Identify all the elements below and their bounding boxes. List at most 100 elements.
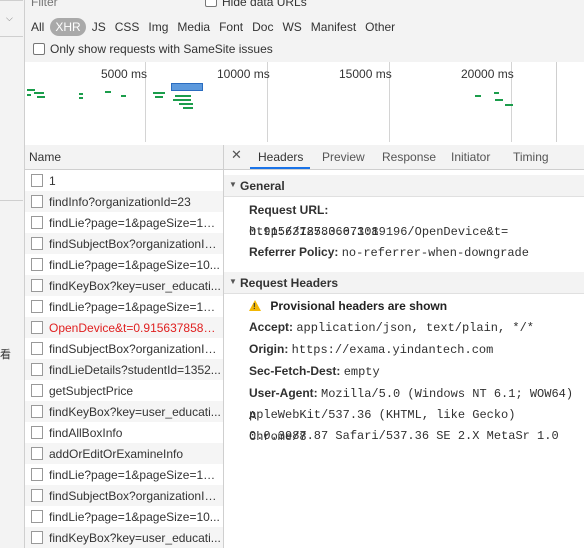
document-icon (31, 258, 43, 271)
filter-type-css[interactable]: CSS (115, 20, 140, 34)
document-icon (31, 405, 43, 418)
filter-type-font[interactable]: Font (219, 20, 243, 34)
chevron-down-icon[interactable]: ⌵ (6, 13, 13, 24)
request-name: OpenDevice&t=0.91563785836... (49, 320, 221, 335)
column-name-header[interactable]: Name (29, 150, 61, 164)
tick-label: 10000 ms (217, 67, 270, 81)
request-name: findLie?page=1&pageSize=1&... (49, 215, 221, 230)
filter-type-all[interactable]: All (31, 20, 44, 34)
document-icon (31, 426, 43, 439)
table-row[interactable]: findKeyBox?key=user_educati... (25, 401, 223, 422)
request-bar (179, 103, 193, 105)
filter-type-other[interactable]: Other (365, 20, 395, 34)
filter-type-xhr[interactable]: XHR (50, 18, 86, 36)
network-overview-timeline[interactable]: 5000 ms 10000 ms 15000 ms 20000 ms (25, 62, 581, 143)
header-key: User-Agent: (249, 386, 318, 400)
request-bar (175, 95, 191, 97)
tab-timing[interactable]: Timing (513, 150, 549, 164)
table-row-selected-error[interactable]: OpenDevice&t=0.91563785836... (25, 317, 223, 338)
request-name: findKeyBox?key=user_educati... (49, 404, 221, 419)
request-name: findKeyBox?key=user_educati... (49, 530, 221, 545)
document-icon (31, 174, 43, 187)
filter-type-doc[interactable]: Doc (252, 20, 273, 34)
request-bar (475, 95, 481, 97)
request-bar (495, 99, 503, 101)
samesite-checkbox[interactable] (33, 43, 45, 55)
header-value: application/json, text/plain, */* (296, 321, 534, 335)
referrer-policy-row: Referrer Policy: no-referrer-when-downgr… (249, 242, 579, 264)
table-row[interactable]: findSubjectBox?organizationId... (25, 485, 223, 506)
headers-panel: ▼ General Request URL: http://127.0.0.1:… (224, 170, 584, 548)
request-bar (494, 92, 499, 94)
tab-preview[interactable]: Preview (322, 150, 365, 164)
table-row[interactable]: findSubjectBox?organizationId... (25, 338, 223, 359)
table-row[interactable]: findLie?page=1&pageSize=10... (25, 254, 223, 275)
tick-label: 15000 ms (339, 67, 392, 81)
document-icon (31, 447, 43, 460)
header-key: Request URL: (249, 203, 329, 217)
header-key: Accept: (249, 320, 294, 334)
header-value: empty (343, 365, 380, 379)
request-name: findSubjectBox?organizationId... (49, 488, 221, 503)
request-name: findSubjectBox?organizationId... (49, 236, 221, 251)
request-name: findLie?page=1&pageSize=1&... (49, 467, 221, 482)
table-row[interactable]: addOrEditOrExamineInfo (25, 443, 223, 464)
request-bar (173, 99, 191, 101)
tab-initiator[interactable]: Initiator (451, 150, 490, 164)
triangle-down-icon: ▼ (229, 277, 237, 286)
general-section-header[interactable]: ▼ General (224, 175, 584, 197)
document-icon (31, 300, 43, 313)
table-row[interactable]: findLie?page=1&pageSize=1&... (25, 296, 223, 317)
request-name: findLie?page=1&pageSize=10... (49, 509, 220, 524)
document-icon (31, 216, 43, 229)
header-key: Origin: (249, 342, 289, 356)
hide-data-urls-checkbox[interactable] (205, 0, 217, 7)
accept-row: Accept: application/json, text/plain, */… (249, 317, 579, 339)
table-row[interactable]: findLie?page=1&pageSize=1&... (25, 464, 223, 485)
document-icon (31, 321, 43, 334)
document-icon (31, 237, 43, 250)
detail-tabbar: ✕ Headers Preview Response Initiator Tim… (224, 145, 584, 170)
network-filter-toolbar: Hide data URLs All XHR JS CSS Img Media … (25, 0, 584, 63)
document-icon (31, 384, 43, 397)
tab-headers[interactable]: Headers (258, 150, 303, 164)
request-bar (27, 89, 35, 91)
request-bar (121, 95, 126, 97)
table-row[interactable]: 1 (25, 170, 223, 191)
active-tab-indicator (250, 167, 310, 169)
filter-input[interactable] (31, 0, 191, 10)
table-row[interactable]: findSubjectBox?organizationId... (25, 233, 223, 254)
tick-label: 20000 ms (461, 67, 514, 81)
header-value: 0.0.3987.87 Safari/537.36 SE 2.X MetaSr … (249, 429, 559, 443)
header-key: Referrer Policy: (249, 245, 339, 259)
close-icon[interactable]: ✕ (231, 147, 242, 163)
request-bar (37, 96, 45, 98)
document-icon (31, 363, 43, 376)
filter-type-img[interactable]: Img (148, 20, 168, 34)
table-row[interactable]: findInfo?organizationId=23 (25, 191, 223, 212)
overview-selection[interactable] (171, 83, 203, 91)
request-name: findAllBoxInfo (49, 425, 123, 440)
document-icon (31, 510, 43, 523)
resource-type-filters: All XHR JS CSS Img Media Font Doc WS Man… (31, 17, 404, 37)
filter-type-js[interactable]: JS (92, 20, 106, 34)
filter-type-media[interactable]: Media (177, 20, 210, 34)
table-row[interactable]: findAllBoxInfo (25, 422, 223, 443)
origin-row: Origin: https://exama.yindantech.com (249, 339, 579, 361)
request-name: findSubjectBox?organizationId... (49, 341, 221, 356)
table-row[interactable]: findLie?page=1&pageSize=10... (25, 506, 223, 527)
filter-type-manifest[interactable]: Manifest (311, 20, 356, 34)
table-row[interactable]: findKeyBox?key=user_educati... (25, 275, 223, 296)
request-bar (79, 97, 83, 99)
tab-response[interactable]: Response (382, 150, 436, 164)
filter-type-ws[interactable]: WS (282, 20, 301, 34)
header-value: 0.9156378583667308 (249, 225, 379, 239)
request-headers-section-header[interactable]: ▼ Request Headers (224, 272, 584, 294)
request-name: findKeyBox?key=user_educati... (49, 278, 221, 293)
request-bar (27, 94, 31, 96)
table-row[interactable]: findLie?page=1&pageSize=1&... (25, 212, 223, 233)
request-name: findLie?page=1&pageSize=10... (49, 257, 220, 272)
table-row[interactable]: findKeyBox?key=user_educati... (25, 527, 223, 548)
table-row[interactable]: getSubjectPrice (25, 380, 223, 401)
table-row[interactable]: findLieDetails?studentId=1352... (25, 359, 223, 380)
